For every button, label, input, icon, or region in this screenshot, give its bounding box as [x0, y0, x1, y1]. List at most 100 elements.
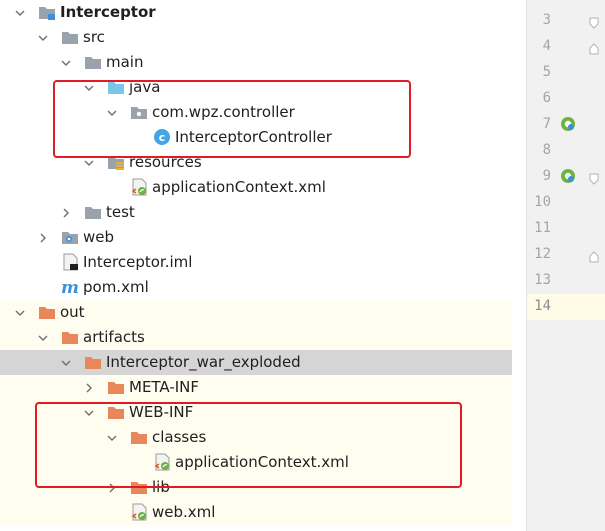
- line-number: 9: [542, 168, 551, 184]
- svg-text:c: c: [159, 131, 166, 144]
- tree-item-label: Interceptor.iml: [83, 253, 193, 271]
- line-number: 7: [542, 116, 551, 132]
- chevron-down-icon[interactable]: [36, 25, 50, 50]
- tree-item-label: test: [106, 203, 135, 221]
- spring-xml-icon: [153, 453, 171, 471]
- tree-row[interactable]: META-INF: [0, 375, 512, 400]
- tree-row[interactable]: Interceptor.iml: [0, 250, 512, 275]
- tree-item-label: pom.xml: [83, 278, 149, 296]
- source-root-folder-icon: [107, 78, 125, 96]
- tree-item-label: src: [83, 28, 105, 46]
- tree-row[interactable]: web.xml: [0, 500, 512, 525]
- chevron-down-icon[interactable]: [82, 400, 96, 425]
- tree-item-label: META-INF: [129, 378, 200, 396]
- line-number: 5: [542, 64, 551, 80]
- chevron-down-icon[interactable]: [36, 325, 50, 350]
- chevron-right-icon[interactable]: [105, 475, 119, 500]
- line-number: 8: [542, 142, 551, 158]
- chevron-down-icon[interactable]: [105, 100, 119, 125]
- tree-item-label: out: [60, 303, 85, 321]
- line-number: 11: [534, 220, 551, 236]
- spring-xml-icon: [130, 178, 148, 196]
- tree-item-label: InterceptorController: [175, 128, 332, 146]
- resources-folder-icon: [107, 153, 125, 171]
- orange-folder-icon: [38, 303, 56, 321]
- tree-item-label: java: [129, 78, 161, 96]
- chevron-down-icon[interactable]: [82, 150, 96, 175]
- tree-item-label: web.xml: [152, 503, 216, 521]
- editor-gutter: 3 4 5 6 7 8 9 10 11 12 13 14: [526, 0, 605, 531]
- package-icon: [130, 103, 148, 121]
- project-tree[interactable]: Interceptor src main java com.wpz.controller…: [0, 0, 512, 531]
- java-class-icon: c: [153, 128, 171, 146]
- tree-row[interactable]: WEB-INF: [0, 400, 512, 425]
- orange-folder-icon: [130, 478, 148, 496]
- tree-row[interactable]: src: [0, 25, 512, 50]
- fold-end-icon[interactable]: [589, 248, 599, 263]
- tree-row[interactable]: main: [0, 50, 512, 75]
- tree-item-label: applicationContext.xml: [152, 178, 326, 196]
- tree-row[interactable]: java: [0, 75, 512, 100]
- tree-item-label: web: [83, 228, 115, 246]
- tree-row[interactable]: Interceptor_war_exploded: [0, 350, 512, 375]
- tree-row[interactable]: lib: [0, 475, 512, 500]
- tree-row[interactable]: resources: [0, 150, 512, 175]
- fold-start-icon[interactable]: [589, 170, 599, 185]
- line-number: 6: [542, 90, 551, 106]
- tree-row[interactable]: web: [0, 225, 512, 250]
- line-number: 13: [534, 272, 551, 288]
- tree-item-label: lib: [152, 478, 170, 496]
- tree-row[interactable]: artifacts: [0, 325, 512, 350]
- line-number: 4: [542, 38, 551, 54]
- tree-row[interactable]: classes: [0, 425, 512, 450]
- tree-item-label: WEB-INF: [129, 403, 194, 421]
- tree-row[interactable]: applicationContext.xml: [0, 175, 512, 200]
- tree-row[interactable]: out: [0, 300, 512, 325]
- spring-xml-icon: [130, 503, 148, 521]
- orange-folder-icon: [61, 328, 79, 346]
- chevron-down-icon[interactable]: [13, 0, 27, 25]
- chevron-down-icon[interactable]: [13, 300, 27, 325]
- chevron-right-icon[interactable]: [36, 225, 50, 250]
- tree-row[interactable]: com.wpz.controller: [0, 100, 512, 125]
- chevron-down-icon[interactable]: [59, 50, 73, 75]
- tree-item-label: resources: [129, 153, 202, 171]
- tree-item-label: classes: [152, 428, 207, 446]
- fold-start-icon[interactable]: [589, 14, 599, 29]
- orange-folder-icon: [107, 378, 125, 396]
- orange-folder-icon: [84, 353, 102, 371]
- orange-folder-icon: [107, 403, 125, 421]
- iml-file-icon: [61, 253, 79, 271]
- panel-divider[interactable]: [512, 0, 526, 531]
- tree-row[interactable]: test: [0, 200, 512, 225]
- fold-end-icon[interactable]: [589, 40, 599, 55]
- folder-icon: [84, 53, 102, 71]
- tree-item-label: com.wpz.controller: [152, 103, 295, 121]
- tree-row[interactable]: m pom.xml: [0, 275, 512, 300]
- tree-item-label: Interceptor_war_exploded: [106, 353, 301, 371]
- ide-window: Interceptor src main java com.wpz.controller…: [0, 0, 605, 531]
- folder-icon: [61, 28, 79, 46]
- spring-bean-icon[interactable]: [560, 168, 576, 184]
- tree-row[interactable]: c InterceptorController: [0, 125, 512, 150]
- svg-text:m: m: [61, 278, 79, 296]
- chevron-down-icon[interactable]: [82, 75, 96, 100]
- folder-icon: [84, 203, 102, 221]
- chevron-down-icon[interactable]: [105, 425, 119, 450]
- line-number: 10: [534, 194, 551, 210]
- web-folder-icon: [61, 228, 79, 246]
- line-number: 12: [534, 246, 551, 262]
- spring-bean-icon[interactable]: [560, 116, 576, 132]
- line-number: 3: [542, 12, 551, 28]
- tree-item-label: artifacts: [83, 328, 145, 346]
- tree-item-label: main: [106, 53, 144, 71]
- chevron-down-icon[interactable]: [59, 350, 73, 375]
- tree-row[interactable]: Interceptor: [0, 0, 512, 25]
- chevron-right-icon[interactable]: [59, 200, 73, 225]
- orange-folder-icon: [130, 428, 148, 446]
- chevron-right-icon[interactable]: [82, 375, 96, 400]
- maven-icon: m: [61, 278, 79, 298]
- module-folder-icon: [38, 3, 56, 21]
- tree-item-label: Interceptor: [60, 3, 156, 21]
- tree-row[interactable]: applicationContext.xml: [0, 450, 512, 475]
